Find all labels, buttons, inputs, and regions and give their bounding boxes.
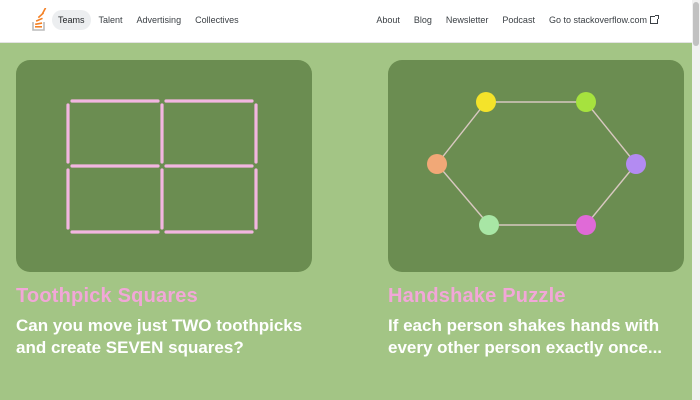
- nav-blog[interactable]: Blog: [408, 10, 438, 30]
- nav-podcast[interactable]: Podcast: [496, 10, 541, 30]
- nav-collectives[interactable]: Collectives: [189, 10, 245, 30]
- stackoverflow-logo-icon[interactable]: [31, 8, 47, 32]
- hexagon-outline: [436, 101, 637, 226]
- nav-talent[interactable]: Talent: [93, 10, 129, 30]
- person-node: [479, 215, 499, 235]
- nav-left-group: Teams Talent Advertising Collectives: [52, 10, 245, 30]
- go-to-stackoverflow-label: Go to stackoverflow.com: [548, 15, 647, 25]
- handshake-hexagon-illustration: [427, 92, 646, 235]
- toothpick-puzzle-title[interactable]: Toothpick Squares: [16, 285, 198, 308]
- toothpick-grid: [66, 99, 258, 234]
- external-link-icon: [650, 15, 659, 24]
- person-node: [626, 154, 646, 174]
- nav-advertising[interactable]: Advertising: [131, 10, 188, 30]
- nav-newsletter[interactable]: Newsletter: [440, 10, 495, 30]
- person-node: [476, 92, 496, 112]
- page-scrollbar[interactable]: [692, 0, 700, 400]
- nav-right-group: About Blog Newsletter Podcast Go to stac…: [370, 10, 664, 30]
- nav-teams[interactable]: Teams: [52, 10, 91, 30]
- toothpick-puzzle-card[interactable]: [16, 60, 312, 272]
- toothpick-puzzle-description: Can you move just TWO toothpicks and cre…: [16, 316, 303, 357]
- nav-go-to-stackoverflow[interactable]: Go to stackoverflow.com: [543, 10, 664, 30]
- top-navigation-bar: Teams Talent Advertising Collectives Abo…: [0, 0, 700, 43]
- scrollbar-thumb[interactable]: [693, 2, 699, 46]
- person-node: [427, 154, 447, 174]
- handshake-puzzle-description: If each person shakes hands with every o…: [388, 316, 663, 357]
- person-node: [576, 92, 596, 112]
- handshake-puzzle-title[interactable]: Handshake Puzzle: [388, 285, 566, 308]
- person-node: [576, 215, 596, 235]
- toothpick-grid-illustration: [66, 99, 258, 234]
- handshake-puzzle-card[interactable]: [388, 60, 684, 272]
- nav-about[interactable]: About: [370, 10, 406, 30]
